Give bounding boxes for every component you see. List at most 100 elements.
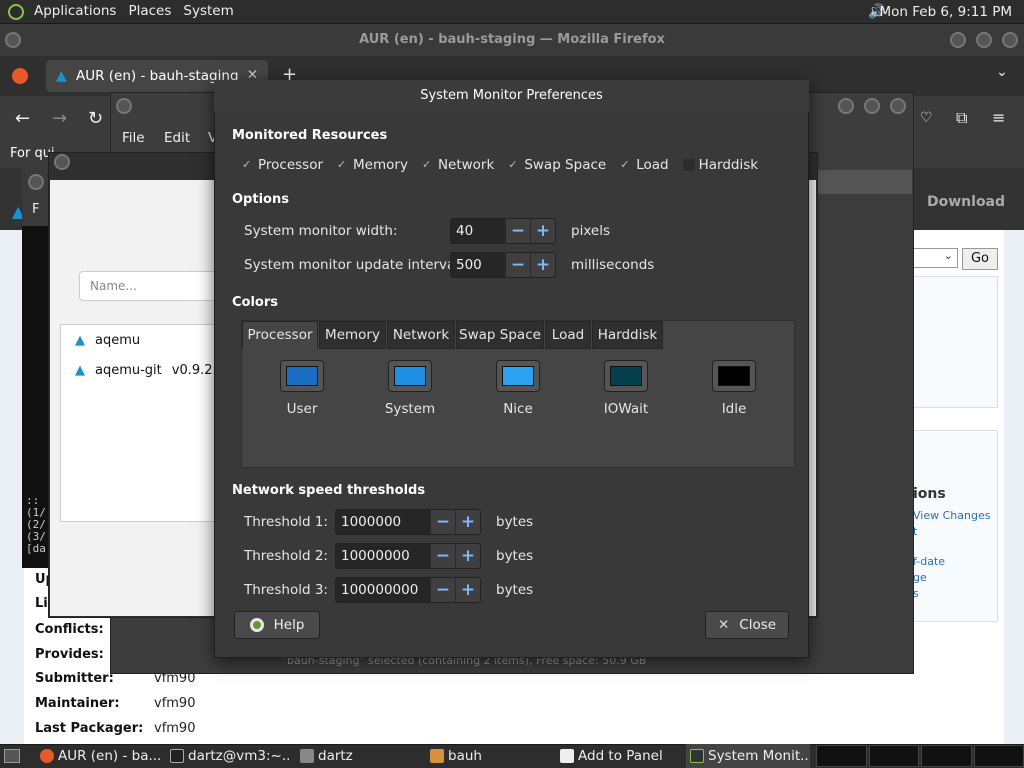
workspace-switcher[interactable] <box>816 745 1024 767</box>
reload-icon[interactable]: ↻ <box>88 108 103 129</box>
width-spinner[interactable]: 40 − + <box>450 218 556 244</box>
color-swatch-button-iowait[interactable] <box>604 360 648 392</box>
network-checkbox[interactable]: ✓ Network <box>422 157 494 173</box>
workspace-1[interactable] <box>816 745 867 767</box>
home-folder-icon <box>300 749 314 763</box>
interval-spinner[interactable]: 500 − + <box>450 252 556 278</box>
color-swatch-button-idle[interactable] <box>712 360 756 392</box>
system-menu[interactable]: System <box>177 3 239 19</box>
color-swatch-button-user[interactable] <box>280 360 324 392</box>
caja-file-menu[interactable]: File <box>122 130 145 146</box>
firefox-logo-icon[interactable] <box>12 68 28 84</box>
bauh-package-list[interactable]: ▲ aqemu ▲ aqemu-git v0.9.2.r <box>60 324 230 522</box>
taskbar-item-bauh[interactable]: bauh <box>426 744 550 768</box>
firefox-minimize-icon[interactable] <box>950 32 966 48</box>
show-desktop-icon[interactable] <box>4 749 20 763</box>
color-swatch-button-system[interactable] <box>388 360 432 392</box>
decrement-icon[interactable]: − <box>430 544 455 568</box>
workspace-3[interactable] <box>921 745 972 767</box>
increment-icon[interactable]: + <box>455 578 480 602</box>
arch-logo-icon: ▲ <box>56 68 67 84</box>
interval-input[interactable]: 500 <box>451 253 505 277</box>
aur-value-maintainer[interactable]: vfm90 <box>154 696 195 711</box>
caja-minimize-icon[interactable] <box>838 98 854 114</box>
taskbar-item-firefox[interactable]: AUR (en) - ba... <box>36 744 160 768</box>
aur-label-conflicts: Conflicts: <box>35 622 104 637</box>
decrement-icon[interactable]: − <box>505 219 530 243</box>
aur-select[interactable]: ⌄ <box>912 248 958 268</box>
aur-actions-box: ions View Changes t f-date ge s <box>912 430 998 622</box>
color-fill <box>394 366 426 386</box>
aur-side-box <box>912 276 998 408</box>
threshold-2-label: Threshold 2: <box>244 548 328 564</box>
processor-checkbox[interactable]: ✓ Processor <box>242 157 323 173</box>
width-input[interactable]: 40 <box>451 219 505 243</box>
bauh-menu-icon[interactable] <box>54 154 70 170</box>
threshold-2-spinner[interactable]: 10000000 − + <box>335 543 481 569</box>
aur-view-changes-link[interactable]: View Changes <box>913 509 990 522</box>
load-checkbox[interactable]: ✓ Load <box>620 157 668 173</box>
tab-list-icon[interactable]: ⌄ <box>996 64 1008 80</box>
colors-heading: Colors <box>232 295 279 310</box>
help-button[interactable]: Help <box>234 611 320 639</box>
swap-space-checkbox[interactable]: ✓ Swap Space <box>508 157 606 173</box>
threshold-1-input[interactable]: 1000000 <box>336 510 430 534</box>
workspace-2[interactable] <box>868 745 919 767</box>
threshold-3-spinner[interactable]: 100000000 − + <box>335 577 481 603</box>
clock[interactable]: Mon Feb 6, 9:11 PM <box>879 4 1012 20</box>
decrement-icon[interactable]: − <box>430 510 455 534</box>
taskbar-item-system-monitor[interactable]: System Monit... <box>686 744 810 768</box>
forward-icon[interactable]: → <box>52 108 67 129</box>
list-item[interactable]: ▲ aqemu-git v0.9.2.r <box>75 363 222 378</box>
extensions-icon[interactable]: ⧉ <box>956 108 967 128</box>
workspace-4[interactable] <box>973 745 1024 767</box>
tab-load[interactable]: Load <box>545 321 591 349</box>
tab-harddisk[interactable]: Harddisk <box>592 321 663 349</box>
mate-logo-icon[interactable] <box>8 4 24 20</box>
caja-menu-icon[interactable] <box>116 98 132 114</box>
aur-link-b[interactable]: ge <box>913 571 927 584</box>
tab-memory[interactable]: Memory <box>319 321 386 349</box>
threshold-3-input[interactable]: 100000000 <box>336 578 430 602</box>
aur-value-last-packager[interactable]: vfm90 <box>154 721 195 736</box>
list-item[interactable]: ▲ aqemu <box>75 333 140 348</box>
pocket-icon[interactable]: ♡ <box>920 110 933 126</box>
aur-flag-link[interactable]: f-date <box>913 555 945 568</box>
places-menu[interactable]: Places <box>122 3 177 19</box>
color-swatch-label: IOWait <box>603 401 649 417</box>
taskbar-item-add-to-panel[interactable]: Add to Panel <box>556 744 680 768</box>
threshold-2-input[interactable]: 10000000 <box>336 544 430 568</box>
firefox-close-icon[interactable] <box>1002 32 1018 48</box>
decrement-icon[interactable]: − <box>505 253 530 277</box>
caja-edit-menu[interactable]: Edit <box>164 130 190 146</box>
back-icon[interactable]: ← <box>15 108 30 129</box>
tab-swap-space[interactable]: Swap Space <box>456 321 544 349</box>
applications-menu[interactable]: Applications <box>28 3 122 19</box>
increment-icon[interactable]: + <box>455 510 480 534</box>
threshold-1-spinner[interactable]: 1000000 − + <box>335 509 481 535</box>
decrement-icon[interactable]: − <box>430 578 455 602</box>
taskbar-item-terminal[interactable]: dartz@vm3:~... <box>166 744 290 768</box>
memory-checkbox[interactable]: ✓ Memory <box>337 157 408 173</box>
tab-processor[interactable]: Processor <box>242 321 318 349</box>
increment-icon[interactable]: + <box>455 544 480 568</box>
firefox-maximize-icon[interactable] <box>976 32 992 48</box>
caja-maximize-icon[interactable] <box>864 98 880 114</box>
caja-close-icon[interactable] <box>890 98 906 114</box>
increment-icon[interactable]: + <box>530 219 555 243</box>
hamburger-menu-icon[interactable]: ≡ <box>992 108 1005 127</box>
taskbar-item-home-folder[interactable]: dartz <box>296 744 420 768</box>
harddisk-checkbox[interactable]: Harddisk <box>682 157 758 173</box>
terminal-menu-icon[interactable] <box>28 174 44 190</box>
close-button[interactable]: ✕ Close <box>705 611 789 639</box>
aur-label-maintainer: Maintainer: <box>35 696 120 711</box>
firefox-menu-button-icon[interactable] <box>5 32 21 48</box>
color-swatch-button-nice[interactable] <box>496 360 540 392</box>
aur-go-button[interactable]: Go <box>962 248 998 270</box>
terminal-menu-text[interactable]: F <box>32 202 39 217</box>
threshold-1-label: Threshold 1: <box>244 514 328 530</box>
aur-download-link[interactable]: Download <box>927 194 1005 210</box>
bauh-search-input[interactable]: Name... <box>79 271 219 301</box>
tab-network[interactable]: Network <box>387 321 455 349</box>
increment-icon[interactable]: + <box>530 253 555 277</box>
